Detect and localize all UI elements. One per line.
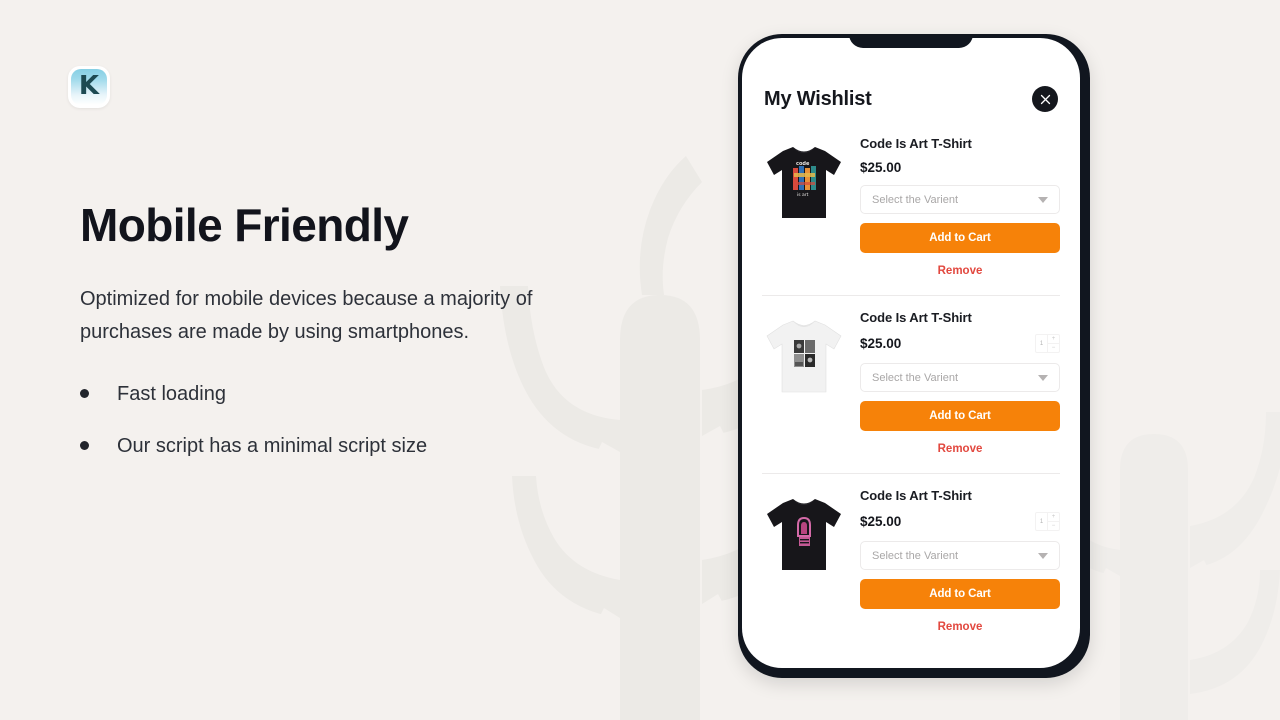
phone-screen: My Wishlist code is art Code Is Art T-Sh… (742, 38, 1080, 668)
price-row: $25.00 1 + − (860, 512, 1060, 531)
remove-link[interactable]: Remove (860, 253, 1060, 285)
bullet-label: Fast loading (117, 382, 226, 405)
list-item: Our script has a minimal script size (80, 432, 600, 460)
product-thumbnail[interactable]: code is art (762, 136, 846, 285)
quantity-stepper[interactable]: 1 + − (1035, 512, 1060, 531)
table-row: Code Is Art T-Shirt $25.00 1 + − Select … (762, 296, 1060, 474)
variant-select[interactable]: Select the Varient (860, 185, 1060, 214)
quantity-increment-icon[interactable]: + (1048, 513, 1059, 522)
wishlist-items-list: code is art Code Is Art T-Shirt $25.00 S… (742, 122, 1080, 651)
remove-link[interactable]: Remove (860, 431, 1060, 463)
variant-placeholder: Select the Varient (872, 549, 959, 562)
product-name: Code Is Art T-Shirt (860, 310, 972, 325)
add-to-cart-button[interactable]: Add to Cart (860, 579, 1060, 609)
logo-letter: K (78, 71, 100, 101)
quantity-decrement-icon[interactable]: − (1048, 344, 1059, 352)
black-tshirt-arch-icon (767, 499, 841, 570)
quantity-increment-icon[interactable]: + (1048, 335, 1059, 344)
quantity-decrement-icon[interactable]: − (1048, 522, 1059, 530)
black-tshirt-colorbars-icon: code is art (767, 147, 841, 218)
variant-select[interactable]: Select the Varient (860, 541, 1060, 570)
product-price: $25.00 (860, 514, 902, 529)
table-row: Code Is Art T-Shirt $25.00 1 + − Select … (762, 474, 1060, 651)
add-to-cart-button[interactable]: Add to Cart (860, 223, 1060, 253)
wishlist-title: My Wishlist (764, 87, 872, 110)
product-info: Code Is Art T-Shirt $25.00 Select the Va… (860, 136, 1060, 285)
variant-select[interactable]: Select the Varient (860, 363, 1060, 392)
add-to-cart-button[interactable]: Add to Cart (860, 401, 1060, 431)
quantity-stepper[interactable]: 1 + − (1035, 334, 1060, 353)
svg-text:is art: is art (797, 192, 809, 198)
phone-mockup: My Wishlist code is art Code Is Art T-Sh… (738, 34, 1090, 678)
chevron-down-icon (1038, 552, 1048, 559)
product-info: Code Is Art T-Shirt $25.00 1 + − Select … (860, 310, 1060, 463)
quantity-arrows: + − (1048, 335, 1059, 352)
list-item: Fast loading (80, 380, 600, 408)
price-row: $25.00 1 + − (860, 334, 1060, 353)
close-icon[interactable] (1032, 86, 1058, 112)
wishlist-header: My Wishlist (742, 38, 1080, 122)
svg-text:code: code (796, 161, 810, 167)
quantity-arrows: + − (1048, 513, 1059, 530)
quantity-value: 1 (1036, 513, 1048, 530)
variant-placeholder: Select the Varient (872, 193, 959, 206)
app-logo-icon: K (68, 66, 110, 108)
chevron-down-icon (1038, 196, 1048, 203)
product-price: $25.00 (860, 336, 902, 351)
remove-link[interactable]: Remove (860, 609, 1060, 641)
white-tshirt-photo-icon (766, 320, 842, 393)
table-row: code is art Code Is Art T-Shirt $25.00 S… (762, 122, 1060, 296)
product-thumbnail[interactable] (762, 488, 846, 641)
phone-notch (849, 38, 973, 48)
product-thumbnail[interactable] (762, 310, 846, 463)
page-description: Optimized for mobile devices because a m… (80, 287, 533, 344)
product-name: Code Is Art T-Shirt (860, 488, 972, 503)
feature-bullet-list: Fast loading Our script has a minimal sc… (80, 380, 600, 460)
marketing-copy-panel: Mobile Friendly Optimized for mobile dev… (80, 200, 600, 484)
bullet-label: Our script has a minimal script size (117, 434, 428, 457)
logo-gradient-tile: K (71, 69, 107, 105)
price-row: $25.00 (860, 160, 1060, 175)
chevron-down-icon (1038, 374, 1048, 381)
product-price: $25.00 (860, 160, 902, 175)
variant-placeholder: Select the Varient (872, 371, 959, 384)
bullet-dot-icon (80, 389, 89, 399)
close-x-glyph (1040, 94, 1050, 104)
product-info: Code Is Art T-Shirt $25.00 1 + − Select … (860, 488, 1060, 641)
bullet-dot-icon (80, 441, 89, 451)
quantity-value: 1 (1036, 335, 1048, 352)
page-title: Mobile Friendly (80, 199, 409, 251)
product-name: Code Is Art T-Shirt (860, 136, 972, 151)
